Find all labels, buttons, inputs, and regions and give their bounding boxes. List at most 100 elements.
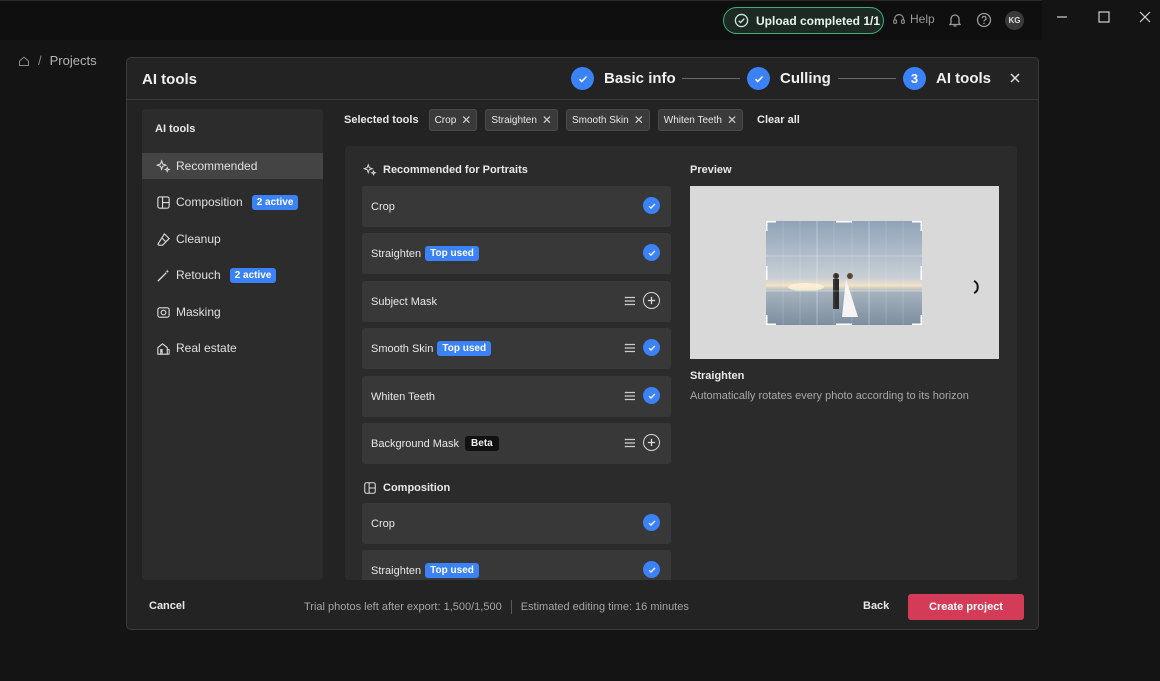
top-used-badge: Top used xyxy=(425,563,479,578)
tool-label: Crop xyxy=(371,517,395,530)
check-circle-icon xyxy=(734,13,749,28)
back-button[interactable]: Back xyxy=(863,600,889,612)
sparkle-icon xyxy=(156,158,171,173)
active-count-badge: 2 active xyxy=(229,267,277,283)
selected-check-icon[interactable] xyxy=(643,387,660,404)
wand-icon xyxy=(157,268,170,282)
tool-label: Straighten xyxy=(371,247,422,260)
maximize-icon[interactable] xyxy=(1094,7,1114,27)
step-connector xyxy=(682,78,740,79)
selected-check-icon[interactable] xyxy=(643,514,660,531)
check-icon xyxy=(578,75,587,83)
tool-card-composition-straighten[interactable]: Straighten Top used xyxy=(362,550,671,580)
chip-label: Whiten Teeth xyxy=(663,114,722,126)
selected-tools-row: Selected tools Crop ✕ Straighten ✕ Smoot… xyxy=(344,109,800,131)
step-label: Basic info xyxy=(604,70,676,87)
footer-info: Trial photos left after export: 1,500/1,… xyxy=(304,600,689,614)
remove-icon[interactable]: ✕ xyxy=(461,113,471,127)
sidebar-item-retouch[interactable]: Retouch 2 active xyxy=(142,262,323,288)
add-icon[interactable] xyxy=(643,292,660,309)
tool-label: Smooth Skin xyxy=(371,342,434,355)
tools-content-panel[interactable]: Recommended for Portraits Crop Straighte… xyxy=(345,146,1017,580)
sidebar-item-label: Recommended xyxy=(176,159,258,173)
selected-check-icon[interactable] xyxy=(643,197,660,214)
top-used-badge: Top used xyxy=(425,246,479,261)
cancel-button[interactable]: Cancel xyxy=(149,600,185,612)
tool-card-composition-crop[interactable]: Crop xyxy=(362,503,671,544)
window-close-icon[interactable] xyxy=(1135,7,1155,27)
preview-description: Automatically rotates every photo accord… xyxy=(690,390,969,402)
remove-icon[interactable]: ✕ xyxy=(727,113,737,127)
upload-status-pill[interactable]: Upload completed 1/1 xyxy=(723,7,884,34)
composition-icon xyxy=(157,195,170,209)
settings-lines-icon[interactable] xyxy=(624,295,636,307)
tool-card-crop[interactable]: Crop xyxy=(362,186,671,227)
selected-check-icon[interactable] xyxy=(643,561,660,578)
chip-label: Straighten xyxy=(491,114,537,126)
selected-chip-crop: Crop ✕ xyxy=(428,109,478,131)
selected-chip-whiten-teeth: Whiten Teeth ✕ xyxy=(657,109,743,131)
step-label: AI tools xyxy=(936,70,991,87)
settings-lines-icon[interactable] xyxy=(624,437,636,449)
step-culling[interactable]: Culling xyxy=(747,67,831,90)
step-connector xyxy=(838,78,896,79)
bell-icon[interactable] xyxy=(947,12,963,28)
sidebar-item-cleanup[interactable]: Cleanup xyxy=(142,226,323,252)
section-title-text: Recommended for Portraits xyxy=(383,164,528,176)
tool-card-straighten[interactable]: Straighten Top used xyxy=(362,233,671,274)
modal-title: AI tools xyxy=(142,71,197,88)
tool-card-background-mask[interactable]: Background Mask Beta xyxy=(362,423,671,464)
remove-icon[interactable]: ✕ xyxy=(634,113,644,127)
home-icon[interactable] xyxy=(18,55,30,67)
preview-image-area xyxy=(690,186,999,359)
tool-label: Background Mask xyxy=(371,437,460,450)
preview-photo xyxy=(766,221,922,325)
avatar[interactable]: KG xyxy=(1005,11,1024,30)
create-project-button[interactable]: Create project xyxy=(908,594,1024,620)
help-button[interactable]: Help xyxy=(892,12,935,26)
rotate-cursor-icon xyxy=(973,280,979,294)
help-label: Help xyxy=(910,12,935,26)
selected-chip-smooth-skin: Smooth Skin ✕ xyxy=(565,109,650,131)
tool-label: Whiten Teeth xyxy=(371,390,436,403)
sidebar-item-label: Cleanup xyxy=(176,232,221,246)
tool-card-smooth-skin[interactable]: Smooth Skin Top used xyxy=(362,328,671,369)
step-basic-info[interactable]: Basic info xyxy=(571,67,676,90)
remove-icon[interactable]: ✕ xyxy=(542,113,552,127)
chip-label: Crop xyxy=(434,114,457,126)
settings-lines-icon[interactable] xyxy=(624,342,636,354)
tool-label: Subject Mask xyxy=(371,295,438,308)
building-icon xyxy=(157,342,170,355)
add-icon[interactable] xyxy=(643,434,660,451)
trial-photos-text: Trial photos left after export: 1,500/1,… xyxy=(304,601,502,613)
tool-card-subject-mask[interactable]: Subject Mask xyxy=(362,281,671,322)
preview-title: Preview xyxy=(690,164,732,176)
estimated-time-text: Estimated editing time: 16 minutes xyxy=(520,601,689,613)
sidebar-item-composition[interactable]: Composition 2 active xyxy=(142,189,323,215)
sidebar-item-label: Retouch xyxy=(176,268,221,282)
sidebar-title: AI tools xyxy=(155,123,196,135)
breadcrumb: / Projects xyxy=(18,53,97,68)
modal-header: AI tools Basic info Culling 3 AI tools xyxy=(127,58,1038,100)
selected-check-icon[interactable] xyxy=(643,244,660,261)
clear-all-button[interactable]: Clear all xyxy=(757,114,800,126)
selected-chip-straighten: Straighten ✕ xyxy=(485,109,558,131)
sidebar-item-label: Composition xyxy=(176,195,243,209)
mask-icon xyxy=(157,306,170,318)
step-ai-tools[interactable]: 3 AI tools xyxy=(903,67,991,90)
tool-card-whiten-teeth[interactable]: Whiten Teeth xyxy=(362,376,671,417)
settings-lines-icon[interactable] xyxy=(624,390,636,402)
sidebar-item-recommended[interactable]: Recommended xyxy=(142,153,323,179)
sidebar-item-masking[interactable]: Masking xyxy=(142,299,323,325)
minimize-icon[interactable] xyxy=(1052,7,1072,27)
tool-categories-sidebar: AI tools Recommended Composition 2 activ… xyxy=(142,109,323,580)
section-title-text: Composition xyxy=(383,482,451,494)
sidebar-item-real-estate[interactable]: Real estate xyxy=(142,335,323,361)
question-icon[interactable] xyxy=(976,12,992,28)
upload-status-text: Upload completed 1/1 xyxy=(756,13,881,28)
breadcrumb-projects[interactable]: Projects xyxy=(50,53,97,68)
check-icon xyxy=(754,75,763,83)
preview-tool-name: Straighten xyxy=(690,370,745,382)
selected-check-icon[interactable] xyxy=(643,339,660,356)
close-icon[interactable] xyxy=(1007,70,1023,86)
